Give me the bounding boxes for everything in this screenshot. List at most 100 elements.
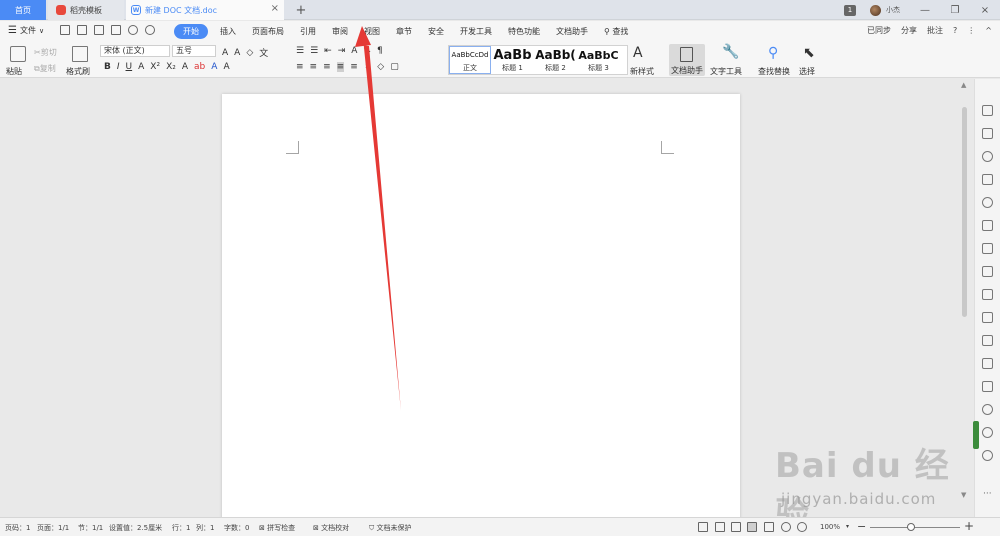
border-icon[interactable]: ▢ [390, 62, 399, 72]
paste-label[interactable]: 粘贴 [6, 66, 22, 77]
web-view-icon[interactable] [781, 522, 791, 532]
search-button[interactable]: ⚲ 查找 [596, 24, 636, 39]
page-view-icon[interactable] [747, 522, 757, 532]
download-icon[interactable] [982, 404, 993, 415]
font-color-icon[interactable]: A [211, 62, 217, 72]
new-style-icon[interactable]: A [633, 45, 643, 61]
decrease-indent-icon[interactable]: ⇤ [324, 46, 332, 56]
tab-review[interactable]: 审阅 [324, 24, 356, 39]
more-icon[interactable]: ⋮ [967, 26, 975, 35]
save-icon[interactable] [60, 25, 70, 35]
scrollbar-thumb[interactable] [962, 107, 967, 317]
style-normal[interactable]: AaBbCcDd 正文 [449, 46, 491, 74]
select-button[interactable]: 选择 [799, 66, 815, 77]
align-left-icon[interactable]: ≡ [296, 62, 304, 72]
italic-icon[interactable]: I [117, 62, 120, 72]
shading-icon[interactable]: ◇ [377, 62, 384, 72]
location-icon[interactable] [982, 151, 993, 162]
tab-page-layout[interactable]: 页面布局 [244, 24, 292, 39]
export-icon[interactable] [982, 312, 993, 323]
outline-icon[interactable] [982, 220, 993, 231]
help-icon[interactable]: ? [953, 26, 957, 35]
print-icon[interactable] [94, 25, 104, 35]
style-heading-3[interactable]: AaBbC 标题 3 [577, 46, 620, 74]
chinese-layout-icon[interactable]: A [351, 46, 357, 56]
format-painter-icon[interactable] [72, 46, 88, 62]
align-right-icon[interactable]: ≡ [323, 62, 331, 72]
translate-icon[interactable] [982, 335, 993, 346]
image-icon[interactable] [982, 381, 993, 392]
zoom-slider-handle[interactable] [907, 523, 915, 531]
more-dots-icon[interactable]: ··· [983, 489, 992, 499]
text-tools-button[interactable]: 文字工具 [710, 66, 742, 77]
pointer-icon[interactable] [982, 128, 993, 139]
tab-doc-helper[interactable]: 文档助手 [548, 24, 596, 39]
font-name-select[interactable]: 宋体 (正文) [100, 45, 170, 57]
tab-home[interactable]: 首页 [0, 0, 46, 20]
read-mode-icon[interactable] [715, 522, 725, 532]
undo-icon[interactable] [128, 25, 138, 35]
grow-font-icon[interactable]: A [222, 48, 228, 58]
collapse-ribbon-icon[interactable]: ^ [985, 26, 992, 35]
justify-icon[interactable]: ≡ [336, 62, 345, 72]
tab-references[interactable]: 引用 [292, 24, 324, 39]
write-mode-icon[interactable] [731, 522, 741, 532]
bullet-list-icon[interactable]: ☰ [296, 46, 304, 56]
share-button[interactable]: 分享 [901, 25, 917, 36]
style-heading-2[interactable]: AaBb( 标题 2 [534, 46, 577, 74]
status-column[interactable]: 列：1 [196, 523, 214, 533]
distributed-icon[interactable]: ≡ [350, 62, 358, 72]
style-heading-1[interactable]: AaBb 标题 1 [491, 46, 534, 74]
status-word-count[interactable]: 字数：0 [224, 523, 249, 533]
sort-icon[interactable]: ⇅ [363, 46, 371, 56]
shrink-font-icon[interactable]: A [234, 48, 240, 58]
protection-button[interactable]: ⛉ 文档未保护 [369, 523, 411, 533]
archive-icon[interactable] [982, 358, 993, 369]
subscript-icon[interactable]: X₂ [166, 62, 176, 72]
status-page-number[interactable]: 页码：1 [5, 523, 30, 533]
username[interactable]: 小杰 [886, 5, 900, 15]
phonetic-icon[interactable]: 文 [259, 46, 268, 59]
doc-helper-button[interactable]: 文档助手 [669, 44, 705, 76]
numbered-list-icon[interactable]: ☰ [310, 46, 318, 56]
chart-icon[interactable] [982, 243, 993, 254]
paste-icon[interactable] [10, 46, 26, 62]
outline-view-icon[interactable] [764, 522, 774, 532]
increase-indent-icon[interactable]: ⇥ [338, 46, 346, 56]
tab-security[interactable]: 安全 [420, 24, 452, 39]
close-tab-icon[interactable]: × [271, 3, 279, 14]
help-circle-icon[interactable] [982, 450, 993, 461]
magnifier-icon[interactable]: ⚲ [768, 45, 778, 61]
font-size-select[interactable]: 五号 [172, 45, 216, 57]
highlight-icon[interactable]: ab [194, 62, 205, 72]
line-spacing-icon[interactable]: ↕ [364, 62, 372, 72]
document-page[interactable] [222, 94, 740, 534]
clear-format-icon[interactable]: ◇ [246, 48, 253, 58]
comment-button[interactable]: 批注 [927, 25, 943, 36]
template-icon[interactable] [982, 289, 993, 300]
cursor-icon[interactable]: ⬉ [803, 45, 815, 61]
export-pdf-icon[interactable] [77, 25, 87, 35]
wrench-icon[interactable]: 🔧 [722, 44, 739, 60]
tab-special-features[interactable]: 特色功能 [500, 24, 548, 39]
window-count-badge[interactable]: 1 [844, 4, 856, 16]
text-effect-icon[interactable]: A [182, 62, 188, 72]
show-marks-icon[interactable]: ¶ [377, 46, 383, 56]
spell-check-button[interactable]: ⊠ 拼写检查 [259, 523, 295, 533]
avatar[interactable] [870, 4, 881, 16]
zoom-out-button[interactable]: − [857, 520, 866, 533]
proofread-button[interactable]: ⊠ 文档校对 [313, 523, 349, 533]
status-setting-value[interactable]: 设置值：2.5厘米 [109, 523, 162, 533]
tab-view[interactable]: 视图 [356, 24, 388, 39]
zoom-slider[interactable] [870, 527, 960, 528]
fullscreen-icon[interactable] [698, 522, 708, 532]
zoom-in-button[interactable]: + [964, 519, 974, 533]
tab-start[interactable]: 开始 [174, 24, 208, 39]
close-window-button[interactable]: × [970, 5, 1000, 16]
tab-insert[interactable]: 插入 [212, 24, 244, 39]
superscript-icon[interactable]: X² [150, 62, 160, 72]
format-painter-label[interactable]: 格式刷 [66, 66, 90, 77]
tab-chapter[interactable]: 章节 [388, 24, 420, 39]
copy-button[interactable]: ⧉复制 [34, 63, 56, 74]
tab-templates[interactable]: 稻壳模板 [48, 0, 124, 20]
